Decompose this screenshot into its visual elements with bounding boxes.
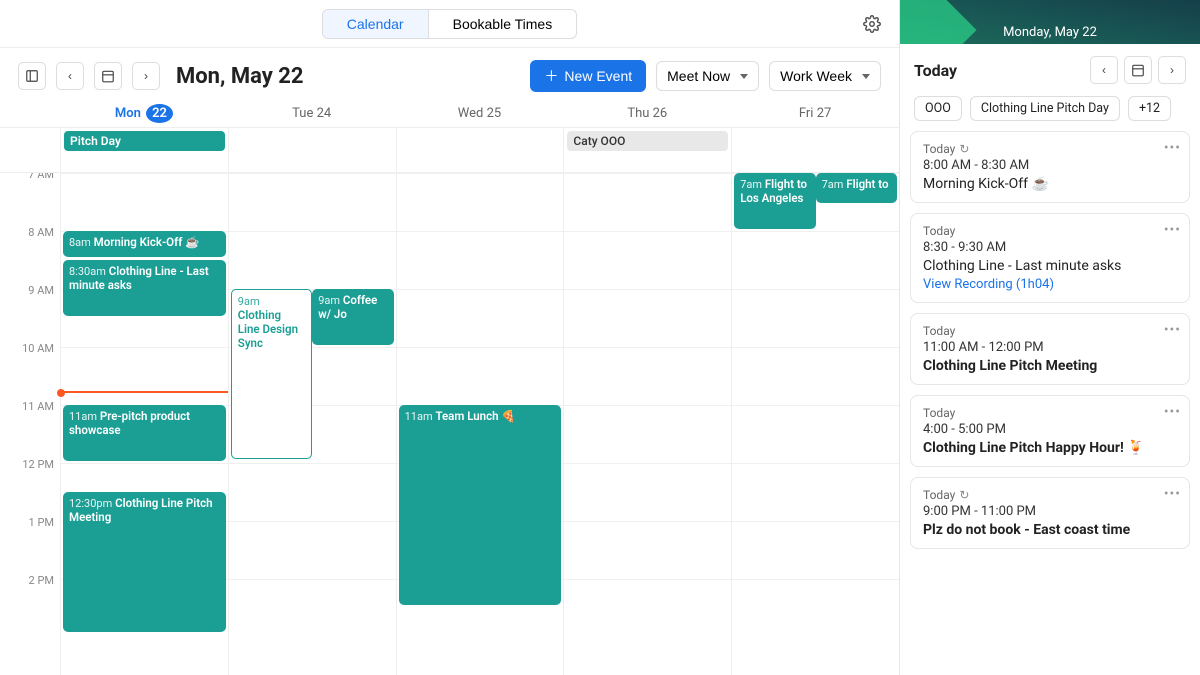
- more-icon[interactable]: •••: [1164, 404, 1181, 420]
- hero-date: Monday, May 22: [1003, 25, 1097, 40]
- more-icon[interactable]: •••: [1164, 486, 1181, 502]
- day-column[interactable]: 7am Flight to Los Angeles7am Flight to: [731, 173, 899, 675]
- calendar-event[interactable]: 8am Morning Kick-Off ☕: [63, 231, 226, 257]
- card-time: 9:00 PM - 11:00 PM: [923, 504, 1177, 519]
- view-recording-link[interactable]: View Recording (1h04): [923, 277, 1177, 292]
- card-title: Clothing Line - Last minute asks: [923, 258, 1177, 274]
- day-headers: Mon 22Tue 24Wed 25Thu 26Fri 27: [0, 100, 899, 128]
- now-indicator: [61, 391, 228, 393]
- hour-label: 10 AM: [0, 341, 60, 399]
- calendar-event[interactable]: 11am Team Lunch 🍕: [399, 405, 562, 605]
- calendar-event[interactable]: 11am Pre-pitch product showcase: [63, 405, 226, 461]
- side-panel: Monday, May 22 Today ‹ › OOO Clothing Lin…: [900, 0, 1200, 675]
- calendar-event[interactable]: 8:30am Clothing Line - Last minute asks: [63, 260, 226, 316]
- hour-label: 8 AM: [0, 225, 60, 283]
- hour-label: 1 PM: [0, 515, 60, 573]
- card-title: Clothing Line Pitch Meeting: [923, 358, 1177, 374]
- calendar-event[interactable]: 12:30pm Clothing Line Pitch Meeting: [63, 492, 226, 632]
- side-next-button[interactable]: ›: [1158, 56, 1186, 84]
- side-prev-button[interactable]: ‹: [1090, 56, 1118, 84]
- day-column[interactable]: [563, 173, 731, 675]
- card-time: 11:00 AM - 12:00 PM: [923, 340, 1177, 355]
- day-header[interactable]: Thu 26: [563, 106, 731, 121]
- card-title: Clothing Line Pitch Happy Hour! 🍹: [923, 440, 1177, 456]
- day-column[interactable]: 11am Team Lunch 🍕: [396, 173, 564, 675]
- day-column[interactable]: 8am Morning Kick-Off ☕ 8:30am Clothing Li…: [60, 173, 228, 675]
- hour-label: 7 AM: [0, 173, 60, 225]
- calendar-event[interactable]: 9am Clothing Line Design Sync: [231, 289, 312, 459]
- top-tabs: Calendar Bookable Times: [0, 0, 899, 48]
- sidebar-toggle-icon[interactable]: [18, 62, 46, 90]
- card-day: Today ↻: [923, 488, 1177, 502]
- new-event-button[interactable]: ＋ New Event: [530, 60, 646, 92]
- calendar-header: ‹ › Mon, May 22 ＋ New Event Meet Now Wor…: [0, 48, 899, 100]
- view-selector[interactable]: Work Week: [769, 61, 881, 91]
- today-calendar-icon[interactable]: [94, 62, 122, 90]
- hour-label: 2 PM: [0, 573, 60, 631]
- filter-chip[interactable]: +12: [1128, 96, 1171, 121]
- prev-button[interactable]: ‹: [56, 62, 84, 90]
- card-day: Today: [923, 406, 1177, 420]
- day-column[interactable]: 9am Clothing Line Design Sync9am Coffee …: [228, 173, 396, 675]
- plus-icon: ＋: [544, 66, 558, 86]
- card-time: 8:00 AM - 8:30 AM: [923, 158, 1177, 173]
- day-header[interactable]: Mon 22: [60, 106, 228, 121]
- page-title: Mon, May 22: [176, 64, 304, 89]
- allday-event[interactable]: Caty OOO: [567, 131, 728, 151]
- event-list: •••Today ↻8:00 AM - 8:30 AMMorning Kick-…: [900, 131, 1200, 675]
- next-button[interactable]: ›: [132, 62, 160, 90]
- event-card[interactable]: •••Today 8:30 - 9:30 AM Clothing Line - La…: [910, 213, 1190, 303]
- hour-label: 11 AM: [0, 399, 60, 457]
- filter-chips: OOO Clothing Line Pitch Day +12: [900, 96, 1200, 131]
- day-header[interactable]: Tue 24: [228, 106, 396, 121]
- allday-row: Pitch Day Caty OOO: [0, 128, 899, 173]
- calendar-event[interactable]: 9am Coffee w/ Jo: [312, 289, 393, 345]
- calendar-event[interactable]: 7am Flight to Los Angeles: [734, 173, 815, 229]
- more-icon[interactable]: •••: [1164, 222, 1181, 238]
- card-title: Plz do not book - East coast time: [923, 522, 1177, 538]
- card-day: Today: [923, 224, 1177, 238]
- event-card[interactable]: •••Today ↻ 8:00 AM - 8:30 AM Morning Kick-…: [910, 131, 1190, 203]
- more-icon[interactable]: •••: [1164, 140, 1181, 156]
- tab-bookable-times[interactable]: Bookable Times: [428, 10, 577, 38]
- recur-icon: ↻: [959, 142, 969, 156]
- calendar-event[interactable]: 7am Flight to: [816, 173, 897, 203]
- event-card[interactable]: •••Today 11:00 AM - 12:00 PM Clothing Line…: [910, 313, 1190, 385]
- card-day: Today ↻: [923, 142, 1177, 156]
- side-calendar-icon[interactable]: [1124, 56, 1152, 84]
- recur-icon: ↻: [959, 488, 969, 502]
- calendar-grid: Mon 22Tue 24Wed 25Thu 26Fri 27 Pitch Day…: [0, 100, 899, 675]
- new-event-label: New Event: [564, 68, 632, 84]
- side-hero: Monday, May 22: [900, 0, 1200, 44]
- card-time: 4:00 - 5:00 PM: [923, 422, 1177, 437]
- day-header[interactable]: Wed 25: [396, 106, 564, 121]
- allday-event[interactable]: Pitch Day: [64, 131, 225, 151]
- event-card[interactable]: •••Today ↻ 9:00 PM - 11:00 PM Plz do not b…: [910, 477, 1190, 549]
- filter-chip[interactable]: Clothing Line Pitch Day: [970, 96, 1120, 121]
- more-icon[interactable]: •••: [1164, 322, 1181, 338]
- meet-now-button[interactable]: Meet Now: [656, 61, 759, 91]
- hour-label: 12 PM: [0, 457, 60, 515]
- event-card[interactable]: •••Today 4:00 - 5:00 PM Clothing Line Pitc…: [910, 395, 1190, 467]
- gear-icon[interactable]: [863, 15, 881, 33]
- day-header[interactable]: Fri 27: [731, 106, 899, 121]
- card-time: 8:30 - 9:30 AM: [923, 240, 1177, 255]
- card-title: Morning Kick-Off ☕: [923, 176, 1177, 192]
- tab-calendar[interactable]: Calendar: [323, 10, 428, 38]
- side-title: Today: [914, 61, 1084, 80]
- tab-segment: Calendar Bookable Times: [322, 9, 577, 39]
- filter-chip[interactable]: OOO: [914, 96, 962, 121]
- card-day: Today: [923, 324, 1177, 338]
- hour-label: 9 AM: [0, 283, 60, 341]
